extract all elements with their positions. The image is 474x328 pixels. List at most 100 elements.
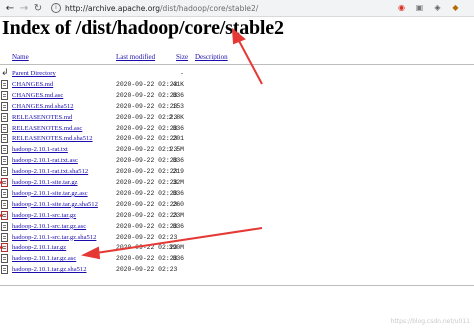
reload-icon[interactable]: ↻ <box>31 1 45 15</box>
last-modified: 2020-09-22 02:23 <box>116 189 178 197</box>
text-file-icon <box>1 156 8 166</box>
file-link[interactable]: hadoop-2.10.1-src.tar.gz.sha512 <box>12 233 96 243</box>
file-link[interactable]: hadoop-2.10.1.tar.gz.asc <box>12 254 76 264</box>
last-modified: 2020-09-22 02:23 <box>116 200 178 208</box>
text-file-icon <box>1 112 8 122</box>
watermark: https://blog.csdn.net/u011 <box>390 318 470 325</box>
file-size: 836 <box>172 124 184 132</box>
table-row: RELEASENOTES.md.asc 2020-09-22 02:23 836 <box>0 123 474 134</box>
text-file-icon <box>1 265 8 275</box>
file-link[interactable]: RELEASENOTES.md <box>12 113 72 123</box>
extension-icons: ◉ ▣ ◈ ◆ <box>397 2 460 13</box>
text-file-icon <box>1 254 8 264</box>
table-row: hadoop-2.10.1-site.tar.gz.sha512 2020-09-… <box>0 199 474 210</box>
archive-file-icon <box>0 210 8 220</box>
file-size: - <box>180 70 184 77</box>
file-link[interactable]: hadoop-2.10.1.tar.gz <box>12 243 66 253</box>
text-file-icon <box>1 188 8 198</box>
file-size: 260 <box>172 200 184 208</box>
file-size: 1.5M <box>168 146 184 154</box>
table-row: hadoop-2.10.1-src.tar.gz.asc 2020-09-22 0… <box>0 221 474 232</box>
file-link[interactable]: CHANGES.md.sha512 <box>12 102 74 112</box>
url-path: /dist/hadoop/core/stable2/ <box>160 3 259 13</box>
file-link[interactable]: CHANGES.md.asc <box>12 91 63 101</box>
column-header-modified[interactable]: Last modified <box>116 53 155 61</box>
column-header-description[interactable]: Description <box>195 53 228 61</box>
table-row: RELEASENOTES.md.sha512 2020-09-22 02:23 20… <box>0 134 474 144</box>
last-modified: 2020-09-22 02:23 <box>116 80 178 88</box>
file-size: 836 <box>172 255 184 263</box>
file-link[interactable]: hadoop-2.10.1-rat.txt.sha512 <box>12 167 88 177</box>
last-modified: 2020-09-22 02:23 <box>116 211 178 219</box>
text-file-icon <box>1 123 8 133</box>
table-row: CHANGES.md 2020-09-22 02:23 41K <box>0 79 474 90</box>
extension-icon[interactable]: ▣ <box>415 2 424 13</box>
file-link[interactable]: hadoop-2.10.1.tar.gz.sha512 <box>12 265 87 275</box>
file-link[interactable]: hadoop-2.10.1-site.tar.gz <box>12 178 78 188</box>
file-size: 219 <box>172 168 184 176</box>
last-modified: 2020-09-22 02:23 <box>116 91 178 99</box>
file-link[interactable]: hadoop-2.10.1-site.tar.gz.sha512 <box>12 200 98 210</box>
table-row: hadoop-2.10.1.tar.gz.asc 2020-09-22 02:23… <box>0 254 474 264</box>
parent-directory-icon <box>1 68 9 78</box>
file-size: 836 <box>172 91 184 99</box>
address-bar[interactable]: i http://archive.apache.org/dist/hadoop/… <box>51 2 291 15</box>
text-file-icon <box>1 167 8 177</box>
extension-icon[interactable]: ◆ <box>451 2 460 13</box>
archive-file-icon <box>0 243 8 253</box>
text-file-icon <box>1 145 8 155</box>
table-row: Parent Directory - <box>0 68 474 79</box>
file-size: 201 <box>172 135 184 143</box>
column-header-size[interactable]: Size <box>176 53 188 61</box>
file-size: 836 <box>172 222 184 230</box>
last-modified: 2020-09-22 02:23 <box>116 222 178 230</box>
last-modified: 2020-09-22 02:23 <box>116 102 178 110</box>
back-arrow-icon[interactable]: ← <box>3 1 17 15</box>
file-link[interactable]: hadoop-2.10.1-site.tar.gz.asc <box>12 189 88 199</box>
table-row: hadoop-2.10.1-rat.txt 2020-09-22 02:23 1.5… <box>0 145 474 155</box>
page-title: Index of /dist/hadoop/core/stable2 <box>2 17 284 39</box>
file-size: 2.8K <box>168 113 184 121</box>
info-icon[interactable]: i <box>51 3 61 13</box>
file-link[interactable]: hadoop-2.10.1-src.tar.gz <box>12 211 76 221</box>
table-row: hadoop-2.10.1.tar.gz 2020-09-22 02:23 390M <box>0 243 474 253</box>
table-row: CHANGES.md.asc 2020-09-22 02:23 836 <box>0 90 474 101</box>
file-size: 23M <box>172 211 184 219</box>
file-size: 836 <box>172 189 184 197</box>
last-modified: 2020-09-22 02:23 <box>116 124 178 132</box>
file-link[interactable]: hadoop-2.10.1-src.tar.gz.asc <box>12 222 86 232</box>
file-size: 153 <box>172 102 184 110</box>
last-modified: 2020-09-22 02:23 <box>116 157 178 165</box>
table-row: hadoop-2.10.1-site.tar.gz 2020-09-22 02:2… <box>0 178 474 188</box>
table-row: hadoop-2.10.1-rat.txt.asc 2020-09-22 02:2… <box>0 156 474 166</box>
table-row: hadoop-2.10.1-site.tar.gz.asc 2020-09-22 … <box>0 188 474 199</box>
file-size: 836 <box>172 157 184 165</box>
text-file-icon <box>1 199 8 209</box>
file-link[interactable]: hadoop-2.10.1-rat.txt.asc <box>12 156 78 166</box>
forward-arrow-icon[interactable]: → <box>17 1 31 15</box>
table-row: hadoop-2.10.1-src.tar.gz 2020-09-22 02:23… <box>0 210 474 221</box>
file-link[interactable]: RELEASENOTES.md.sha512 <box>12 134 93 144</box>
file-link[interactable]: Parent Directory <box>12 69 56 79</box>
last-modified: 2020-09-22 02:23 <box>116 255 178 263</box>
divider <box>0 64 474 65</box>
url-host: http://archive.apache.org <box>65 3 161 13</box>
extension-icon[interactable]: ◉ <box>397 2 406 13</box>
text-file-icon <box>1 221 8 231</box>
last-modified: 2020-09-22 02:23 <box>116 168 178 176</box>
table-row: RELEASENOTES.md 2020-09-22 02:23 2.8K <box>0 112 474 123</box>
text-file-icon <box>1 134 8 144</box>
table-row: CHANGES.md.sha512 2020-09-22 02:23 153 <box>0 101 474 112</box>
text-file-icon <box>1 79 8 89</box>
file-size: 41K <box>172 80 184 88</box>
archive-file-icon <box>0 178 8 187</box>
file-link[interactable]: RELEASENOTES.md.asc <box>12 124 82 134</box>
file-link[interactable]: hadoop-2.10.1-rat.txt <box>12 145 68 155</box>
table-row: hadoop-2.10.1-rat.txt.sha512 2020-09-22 0… <box>0 167 474 177</box>
extension-icon[interactable]: ◈ <box>433 2 442 13</box>
column-header-name[interactable]: Name <box>12 53 29 61</box>
last-modified: 2020-09-22 02:23 <box>116 266 178 274</box>
text-file-icon <box>1 232 8 242</box>
file-link[interactable]: CHANGES.md <box>12 80 53 90</box>
text-file-icon <box>1 101 8 111</box>
